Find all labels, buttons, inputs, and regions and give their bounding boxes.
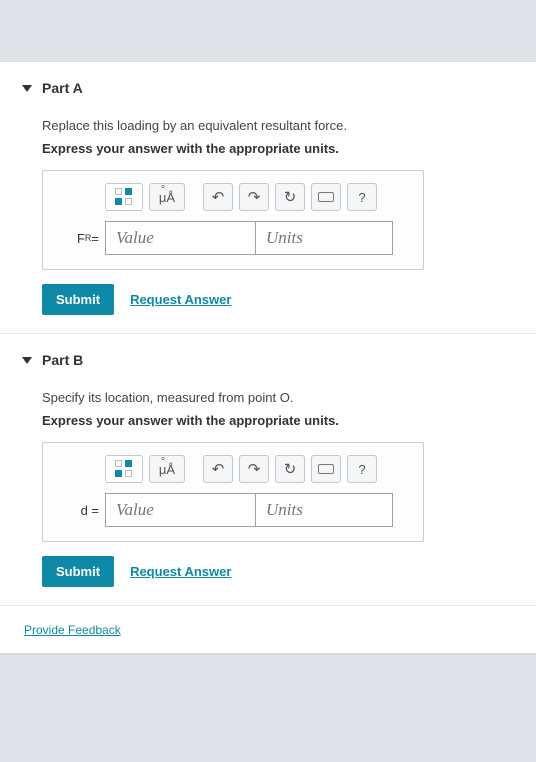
help-icon: ? xyxy=(358,190,365,205)
symbols-button[interactable]: μÅ xyxy=(149,455,185,483)
undo-button[interactable] xyxy=(203,455,233,483)
reset-button[interactable] xyxy=(275,183,305,211)
part-b-units-input[interactable] xyxy=(255,493,393,527)
symbols-button[interactable]: μÅ xyxy=(149,183,185,211)
templates-icon xyxy=(115,188,133,206)
templates-button[interactable] xyxy=(105,455,143,483)
part-b-answer-box: μÅ ? d = xyxy=(42,442,424,542)
part-a-instruct: Express your answer with the appropriate… xyxy=(42,141,536,156)
keyboard-icon xyxy=(318,464,334,474)
part-a-variable: FR = xyxy=(57,221,105,255)
mu-angstrom-icon: μÅ xyxy=(159,190,175,205)
undo-button[interactable] xyxy=(203,183,233,211)
keyboard-button[interactable] xyxy=(311,183,341,211)
undo-icon xyxy=(212,188,225,206)
help-icon: ? xyxy=(358,462,365,477)
reset-button[interactable] xyxy=(275,455,305,483)
templates-button[interactable] xyxy=(105,183,143,211)
part-b-prompt: Specify its location, measured from poin… xyxy=(42,390,536,405)
part-a-title: Part A xyxy=(42,80,83,96)
redo-button[interactable] xyxy=(239,183,269,211)
feedback-row: Provide Feedback xyxy=(0,606,536,653)
part-b: Part B Specify its location, measured fr… xyxy=(0,334,536,606)
part-b-instruct: Express your answer with the appropriate… xyxy=(42,413,536,428)
part-a-value-input[interactable] xyxy=(105,221,255,255)
reset-icon xyxy=(284,188,297,206)
part-b-submit-button[interactable]: Submit xyxy=(42,556,114,587)
part-b-variable: d = xyxy=(57,493,105,527)
keyboard-button[interactable] xyxy=(311,455,341,483)
part-b-request-answer-link[interactable]: Request Answer xyxy=(130,564,231,579)
redo-button[interactable] xyxy=(239,455,269,483)
part-a-submit-button[interactable]: Submit xyxy=(42,284,114,315)
redo-icon xyxy=(248,188,261,206)
part-a: Part A Replace this loading by an equiva… xyxy=(0,62,536,334)
mu-angstrom-icon: μÅ xyxy=(159,462,175,477)
chevron-down-icon xyxy=(22,357,32,364)
reset-icon xyxy=(284,460,297,478)
part-a-header[interactable]: Part A xyxy=(22,80,536,96)
help-button[interactable]: ? xyxy=(347,183,377,211)
part-a-units-input[interactable] xyxy=(255,221,393,255)
chevron-down-icon xyxy=(22,85,32,92)
part-a-prompt: Replace this loading by an equivalent re… xyxy=(42,118,536,133)
part-b-header[interactable]: Part B xyxy=(22,352,536,368)
templates-icon xyxy=(115,460,133,478)
undo-icon xyxy=(212,460,225,478)
redo-icon xyxy=(248,460,261,478)
part-b-title: Part B xyxy=(42,352,83,368)
help-button[interactable]: ? xyxy=(347,455,377,483)
part-b-value-input[interactable] xyxy=(105,493,255,527)
part-b-toolbar: μÅ ? xyxy=(105,455,409,483)
part-a-request-answer-link[interactable]: Request Answer xyxy=(130,292,231,307)
provide-feedback-link[interactable]: Provide Feedback xyxy=(24,623,121,637)
part-a-toolbar: μÅ ? xyxy=(105,183,409,211)
keyboard-icon xyxy=(318,192,334,202)
part-a-answer-box: μÅ ? FR = xyxy=(42,170,424,270)
